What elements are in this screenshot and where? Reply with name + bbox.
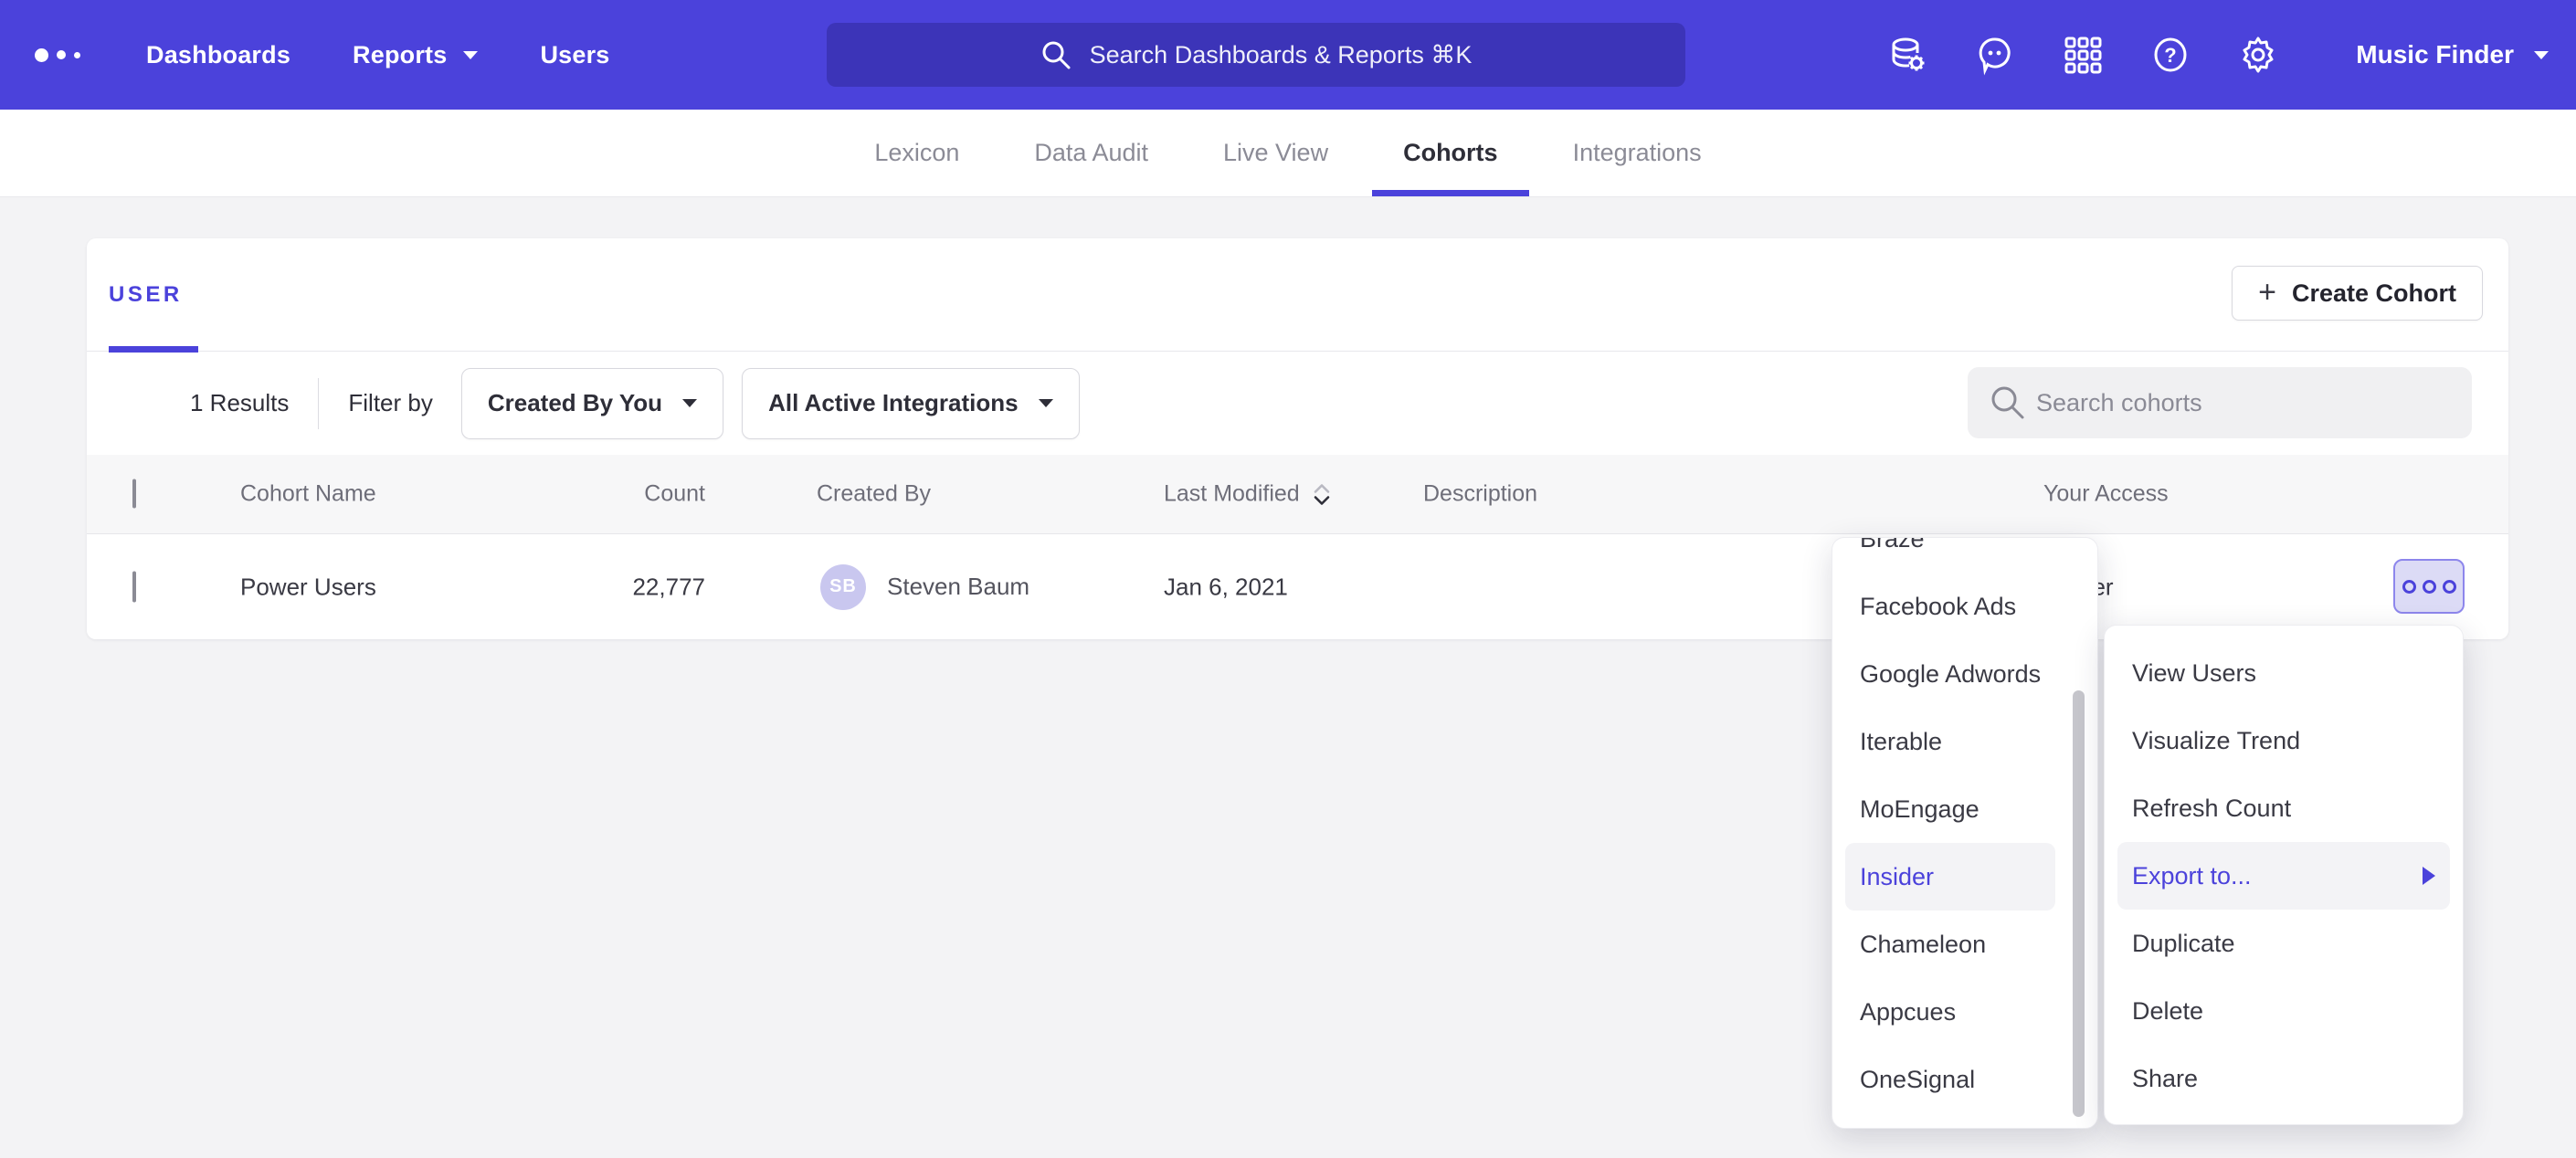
submenu-item-iterable[interactable]: Iterable bbox=[1832, 708, 2097, 775]
plus-icon: + bbox=[2258, 277, 2276, 308]
menu-item-export-to[interactable]: Export to... bbox=[2117, 842, 2450, 910]
chevron-down-icon bbox=[463, 51, 478, 59]
col-cohort-name: Cohort Name bbox=[240, 481, 376, 508]
integrations-filter-label: All Active Integrations bbox=[768, 389, 1019, 417]
tab-cohorts-label: Cohorts bbox=[1403, 139, 1498, 167]
navbar-right: ? Music Finder bbox=[1886, 0, 2549, 110]
ellipsis-icon bbox=[2402, 580, 2416, 594]
col-last-modified-label: Last Modified bbox=[1164, 481, 1300, 508]
cohort-count: 22,777 bbox=[480, 573, 705, 601]
tab-integrations[interactable]: Integrations bbox=[1542, 110, 1733, 196]
row-context-menu: View Users Visualize Trend Refresh Count… bbox=[2104, 625, 2464, 1125]
cohorts-panel: USER + Create Cohort 1 Results Filter by… bbox=[87, 238, 2508, 639]
created-by-filter-label: Created By You bbox=[488, 389, 662, 417]
created-by-filter-dropdown[interactable]: Created By You bbox=[461, 368, 723, 439]
chevron-down-icon bbox=[2534, 51, 2549, 59]
table-header: Cohort Name Count Created By Last Modifi… bbox=[87, 455, 2508, 534]
tab-lexicon[interactable]: Lexicon bbox=[843, 110, 990, 196]
nav-reports-label: Reports bbox=[353, 41, 447, 69]
logo-dot bbox=[57, 50, 66, 59]
avatar: SB bbox=[820, 564, 866, 610]
menu-item-share[interactable]: Share bbox=[2105, 1045, 2463, 1112]
tab-data-audit[interactable]: Data Audit bbox=[1003, 110, 1179, 196]
tab-live-view[interactable]: Live View bbox=[1192, 110, 1359, 196]
logo-dot bbox=[35, 48, 48, 62]
menu-item-refresh-count[interactable]: Refresh Count bbox=[2105, 774, 2463, 842]
ellipsis-icon bbox=[2443, 580, 2456, 594]
submenu-item-google-adwords[interactable]: Google Adwords bbox=[1832, 640, 2097, 708]
app-logo[interactable] bbox=[35, 48, 80, 62]
submenu-item-facebook-ads[interactable]: Facebook Ads bbox=[1832, 573, 2097, 640]
help-icon[interactable]: ? bbox=[2149, 34, 2191, 76]
search-icon bbox=[1990, 384, 2026, 421]
select-all-checkbox[interactable] bbox=[132, 479, 136, 509]
active-tab-indicator bbox=[1372, 190, 1529, 196]
global-search[interactable]: Search Dashboards & Reports ⌘K bbox=[827, 23, 1685, 87]
filter-toolbar: 1 Results Filter by Created By You All A… bbox=[87, 352, 2508, 455]
last-modified-cell: Jan 6, 2021 bbox=[1164, 573, 1288, 601]
chevron-down-icon bbox=[682, 399, 697, 407]
workspace-name: Music Finder bbox=[2356, 40, 2514, 69]
section-tabs: Lexicon Data Audit Live View Cohorts Int… bbox=[0, 110, 2576, 197]
search-icon bbox=[1040, 39, 1072, 70]
logo-dot bbox=[74, 52, 80, 58]
filter-by-label: Filter by bbox=[348, 389, 432, 417]
submenu-item-chameleon[interactable]: Chameleon bbox=[1832, 911, 2097, 978]
data-governance-icon[interactable] bbox=[1886, 34, 1928, 76]
nav-users[interactable]: Users bbox=[540, 41, 609, 69]
divider bbox=[318, 378, 319, 429]
created-by-name: Steven Baum bbox=[887, 573, 1029, 601]
cohort-search-input[interactable] bbox=[1968, 367, 2472, 438]
tab-user-label: USER bbox=[109, 282, 183, 308]
tab-cohorts[interactable]: Cohorts bbox=[1372, 110, 1529, 196]
submenu-item-moengage[interactable]: MoEngage bbox=[1832, 775, 2097, 843]
col-last-modified[interactable]: Last Modified bbox=[1164, 481, 1331, 508]
row-actions-button[interactable] bbox=[2393, 559, 2465, 614]
create-cohort-button[interactable]: + Create Cohort bbox=[2232, 266, 2483, 321]
nav-reports[interactable]: Reports bbox=[353, 41, 478, 69]
menu-item-duplicate[interactable]: Duplicate bbox=[2105, 910, 2463, 977]
col-description: Description bbox=[1423, 481, 1537, 508]
row-checkbox[interactable] bbox=[132, 571, 136, 602]
menu-item-visualize-trend[interactable]: Visualize Trend bbox=[2105, 707, 2463, 774]
submenu-item-onesignal[interactable]: OneSignal bbox=[1832, 1046, 2097, 1113]
table-row: Power Users 22,777 SB Steven Baum Jan 6,… bbox=[87, 534, 2508, 639]
top-navbar: Dashboards Reports Users Search Dashboar… bbox=[0, 0, 2576, 110]
submenu-arrow-icon bbox=[2423, 867, 2435, 885]
menu-item-export-label: Export to... bbox=[2132, 862, 2252, 890]
ellipsis-icon bbox=[2423, 580, 2436, 594]
chevron-down-icon bbox=[1039, 399, 1053, 407]
col-your-access: Your Access bbox=[2043, 481, 2169, 508]
tab-user-cohorts[interactable]: USER bbox=[109, 238, 183, 352]
workspace-switcher[interactable]: Music Finder bbox=[2356, 40, 2549, 69]
nav-dashboards[interactable]: Dashboards bbox=[146, 41, 290, 69]
menu-item-delete[interactable]: Delete bbox=[2105, 977, 2463, 1045]
submenu-item-insider[interactable]: Insider bbox=[1845, 843, 2055, 911]
results-count: 1 Results bbox=[190, 389, 289, 417]
global-search-placeholder: Search Dashboards & Reports ⌘K bbox=[1090, 41, 1473, 69]
submenu-item-braze[interactable]: Braze bbox=[1832, 537, 2097, 573]
menu-item-view-users[interactable]: View Users bbox=[2105, 639, 2463, 707]
submenu-item-appcues[interactable]: Appcues bbox=[1832, 978, 2097, 1046]
create-cohort-label: Create Cohort bbox=[2292, 279, 2456, 308]
cohort-type-tabs: USER + Create Cohort bbox=[87, 238, 2508, 352]
cohorts-page: Dashboards Reports Users Search Dashboar… bbox=[0, 0, 2576, 1158]
feedback-icon[interactable] bbox=[1974, 34, 2016, 76]
created-by-cell: SB Steven Baum bbox=[820, 564, 1029, 610]
primary-nav: Dashboards Reports Users bbox=[146, 41, 610, 69]
cohort-search bbox=[1968, 367, 2472, 438]
submenu-scrollbar[interactable] bbox=[2073, 690, 2085, 1117]
svg-text:?: ? bbox=[2165, 44, 2177, 67]
export-submenu: Braze Facebook Ads Google Adwords Iterab… bbox=[1832, 537, 2098, 1129]
col-count: Count bbox=[480, 481, 705, 508]
cohort-name-link[interactable]: Power Users bbox=[240, 573, 376, 601]
settings-gear-icon[interactable] bbox=[2237, 34, 2279, 76]
apps-grid-icon[interactable] bbox=[2062, 34, 2104, 76]
col-created-by: Created By bbox=[817, 481, 931, 508]
integrations-filter-dropdown[interactable]: All Active Integrations bbox=[742, 368, 1080, 439]
sort-icon bbox=[1313, 483, 1331, 505]
